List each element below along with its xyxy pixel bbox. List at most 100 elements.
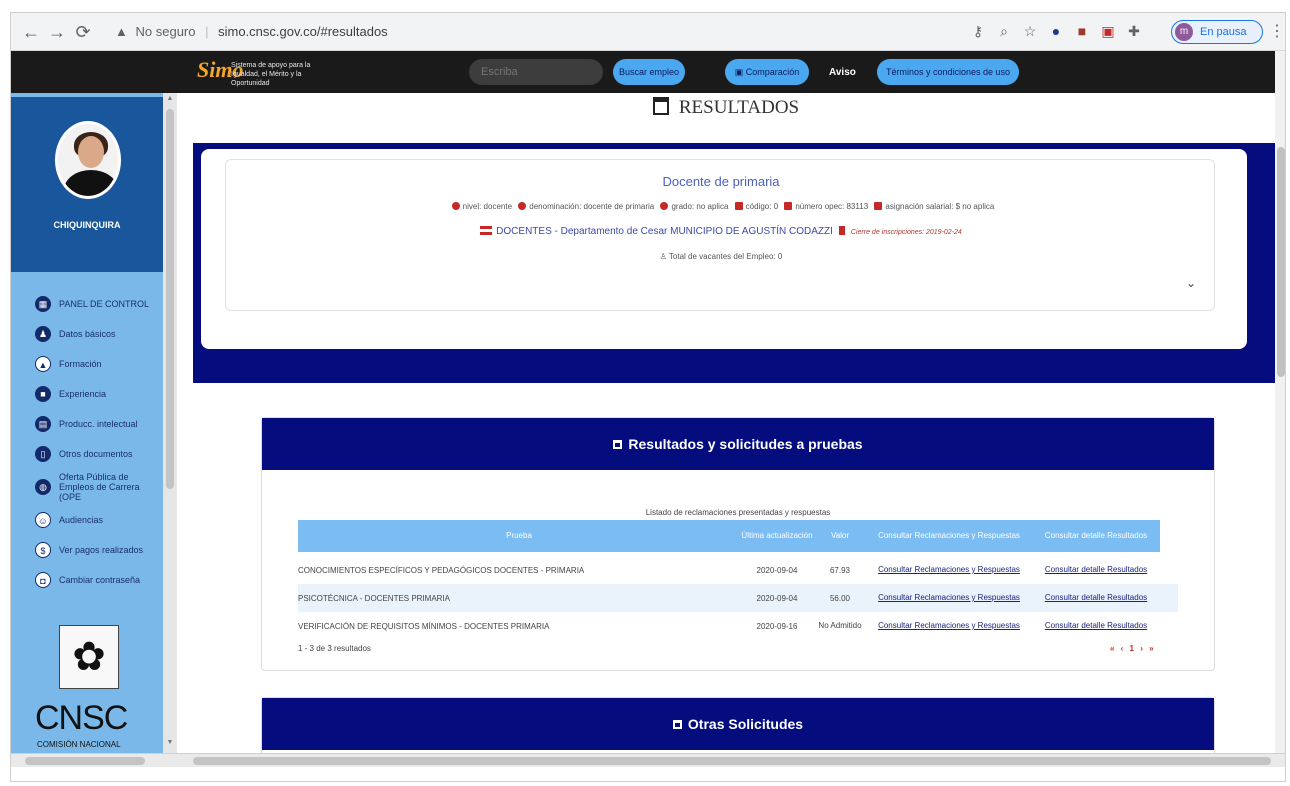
cell-prueba: PSICOTÉCNICA - DOCENTES PRIMARIA (298, 593, 451, 603)
detalle-link[interactable]: Consultar detalle Resultados (1045, 621, 1147, 631)
simo-logo[interactable]: Simo Sistema de apoyo para la Igualdad, … (197, 57, 347, 87)
main-hscroll-thumb[interactable] (193, 757, 1271, 765)
opec-icon (784, 202, 793, 210)
scroll-down-icon[interactable]: ▼ (165, 739, 175, 749)
audience-icon: ☺ (35, 512, 51, 528)
table-row: PSICOTÉCNICA - DOCENTES PRIMARIA 2020-09… (298, 584, 1178, 612)
cnsc-logo: ✿ CNSC COMISIÓN NACIONAL (33, 615, 143, 753)
job-summary[interactable]: Docente de primaria nivel: docente denom… (225, 159, 1215, 311)
terminos-button[interactable]: Términos y condiciones de uso (877, 59, 1019, 85)
sidebar-item-panel-control[interactable]: ▦ PANEL DE CONTROL (11, 289, 163, 319)
reclamaciones-link[interactable]: Consultar Reclamaciones y Respuestas (878, 565, 1020, 575)
detalle-link[interactable]: Consultar detalle Resultados (1045, 565, 1147, 575)
calendar-check-icon (652, 97, 669, 115)
job-nivel: nivel: docente (462, 202, 513, 211)
page-scroll-thumb[interactable] (1277, 147, 1285, 377)
chevron-down-icon[interactable]: ⌄ (1186, 276, 1196, 290)
sidebar-item-ope[interactable]: ◍ Oferta Pública de Empleos de Carrera (O… (11, 469, 163, 505)
buscar-empleo-button[interactable]: Buscar empleo (613, 59, 685, 85)
pagination[interactable]: « ‹ 1 › » (1110, 644, 1156, 653)
user-name: CHIQUINQUIRA (53, 220, 121, 230)
comparacion-label: Comparación (745, 67, 800, 77)
otras-card: Otras Solicitudes (261, 697, 1215, 753)
sidebar-hscroll-thumb[interactable] (25, 757, 145, 765)
table-row: VERIFICACIÓN DE REQUISITOS MÍNIMOS - DOC… (298, 612, 1178, 640)
briefcase-icon: ■ (35, 386, 51, 402)
column-reclamaciones: Consultar Reclamaciones y Respuestas (878, 531, 1020, 540)
scroll-up-icon[interactable]: ▲ (165, 95, 175, 105)
profile-panel: CHIQUINQUIRA (11, 97, 163, 272)
column-ultima-actualizacion: Última actualización (741, 531, 813, 540)
horizontal-scrollbar[interactable] (11, 753, 1285, 767)
star-icon[interactable]: ☆ (1021, 22, 1039, 40)
comparacion-button[interactable]: ▣ Comparación (725, 59, 809, 85)
column-valor: Valor (830, 531, 850, 540)
reclamaciones-link[interactable]: Consultar Reclamaciones y Respuestas (878, 593, 1020, 603)
cell-fecha: 2020-09-04 (756, 593, 798, 603)
profile-paused-button[interactable]: m En pausa (1171, 20, 1263, 44)
results-card: Resultados y solicitudes a pruebas Lista… (261, 417, 1215, 671)
address-bar[interactable]: ▲ No seguro | simo.cnsc.gov.co/#resultad… (115, 20, 965, 44)
sidebar-item-pagos[interactable]: $ Ver pagos realizados (11, 535, 163, 565)
insecure-label: No seguro (135, 24, 196, 39)
sidebar-item-produccion[interactable]: ▤ Producc. intelectual (11, 409, 163, 439)
reload-icon[interactable]: ⟳ (71, 20, 95, 44)
reclamaciones-link[interactable]: Consultar Reclamaciones y Respuestas (878, 621, 1020, 631)
logo-tagline: Sistema de apoyo para la Igualdad, el Mé… (231, 62, 311, 87)
table-row: CONOCIMIENTOS ESPECÍFICOS Y PEDAGÓGICOS … (298, 556, 1178, 584)
cell-fecha: 2020-09-04 (756, 565, 798, 575)
omnibox-separator: | (205, 24, 209, 39)
puzzle-icon[interactable]: ✚ (1125, 22, 1143, 40)
sidebar-item-label: Producc. intelectual (59, 419, 138, 429)
extension-circle-icon[interactable]: ● (1047, 22, 1065, 40)
sidebar-item-label: Ver pagos realizados (59, 545, 144, 555)
sidebar-item-label: Audiencias (59, 515, 104, 525)
sidebar-item-label: Datos básicos (59, 329, 116, 339)
browser-toolbar: ← → ⟳ ▲ No seguro | simo.cnsc.gov.co/#re… (11, 13, 1285, 51)
page-scrollbar[interactable] (1275, 51, 1285, 753)
menu-dots-icon[interactable]: ⋮ (1269, 21, 1285, 41)
dashboard-icon: ▦ (35, 296, 51, 312)
avatar (55, 121, 121, 199)
users-icon: ♟ (35, 326, 51, 342)
extension-square-icon[interactable]: ■ (1073, 22, 1091, 40)
sidebar-scrollbar[interactable]: ▲ ▼ (163, 93, 177, 753)
denominacion-icon (518, 202, 527, 210)
sidebar-item-formacion[interactable]: ▲ Formación (11, 349, 163, 379)
cnsc-emblem: ✿ (59, 625, 119, 689)
profile-avatar: m (1175, 23, 1193, 41)
search-input[interactable] (469, 59, 603, 85)
back-arrow-icon[interactable]: ← (19, 20, 43, 44)
extension-badge-icon[interactable]: ▣ (1099, 22, 1117, 40)
hourglass-icon (838, 226, 845, 235)
aviso-link[interactable]: Aviso (829, 67, 856, 78)
page-title-text: RESULTADOS (678, 97, 800, 118)
table-header: Prueba Última actualización Valor Consul… (298, 520, 1160, 552)
job-codigo: código: 0 (745, 202, 779, 211)
calendar-icon (613, 440, 623, 449)
lock-icon: ◘ (35, 572, 51, 588)
job-location-text: DOCENTES - Departamento de Cesar MUNICIP… (496, 226, 833, 237)
sidebar-item-label: Formación (59, 359, 102, 369)
avatar-body (64, 170, 118, 196)
results-heading: Resultados y solicitudes a pruebas (628, 436, 863, 452)
sidebar: CHIQUINQUIRA ▦ PANEL DE CONTROL ♟ Datos bá… (11, 93, 177, 753)
zoom-icon[interactable]: ⌕ (995, 22, 1013, 40)
job-card: Docente de primaria nivel: docente denom… (201, 149, 1247, 349)
otras-header: Otras Solicitudes (262, 698, 1214, 750)
results-caption: Listado de reclamaciones presentadas y r… (645, 508, 831, 517)
detalle-link[interactable]: Consultar detalle Resultados (1045, 593, 1147, 603)
list-icon (480, 226, 493, 235)
sidebar-item-experiencia[interactable]: ■ Experiencia (11, 379, 163, 409)
people-icon: ♙ (659, 252, 669, 261)
cell-valor: 56.00 (829, 593, 851, 603)
sidebar-item-otros-documentos[interactable]: ▯ Otros documentos (11, 439, 163, 469)
sidebar-item-audiencias[interactable]: ☺ Audiencias (11, 505, 163, 535)
cnsc-wordmark: CNSC (35, 699, 128, 737)
codigo-icon (734, 202, 743, 210)
sidebar-item-contrasena[interactable]: ◘ Cambiar contraseña (11, 565, 163, 595)
sidebar-item-datos-basicos[interactable]: ♟ Datos básicos (11, 319, 163, 349)
forward-arrow-icon[interactable]: → (45, 20, 69, 44)
key-icon[interactable]: ⚷ (969, 22, 987, 40)
sidebar-scroll-thumb[interactable] (166, 109, 174, 489)
